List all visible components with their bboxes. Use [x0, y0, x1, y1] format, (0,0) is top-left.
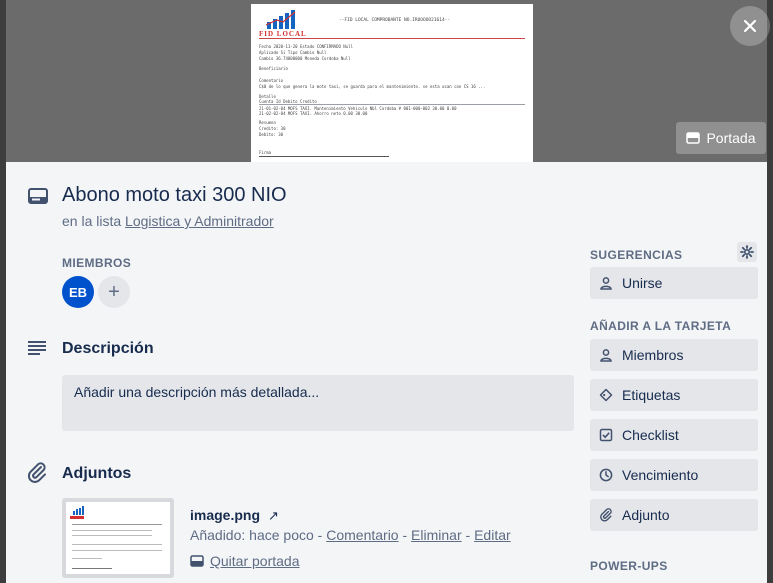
powerups-label: POWER-UPS [590, 559, 668, 573]
document-row: Aplicado Si Tipo Cambio Null [259, 50, 327, 55]
document-row: Beneficiario [259, 66, 288, 71]
backdrop-right [767, 0, 773, 583]
document-divider [259, 104, 525, 105]
avatar[interactable]: EB [62, 276, 94, 308]
checklist-icon [599, 428, 613, 442]
card-detail: Abono moto taxi 300 NIO en la lista Logi… [6, 162, 767, 583]
person-icon [600, 349, 612, 362]
separator: - [461, 527, 475, 543]
external-link-icon[interactable]: ↗ [268, 508, 279, 524]
attachment-thumbnail[interactable] [62, 498, 174, 578]
close-button[interactable] [730, 6, 770, 46]
description-title: Descripción [62, 340, 154, 357]
comment-link[interactable]: Comentario [326, 527, 398, 543]
edit-link[interactable]: Editar [474, 527, 511, 543]
attachment-button-label: Adjunto [622, 507, 670, 523]
attachment-meta: Añadido: hace poco - Comentario - Elimin… [190, 527, 511, 543]
labels-button[interactable]: Etiquetas [590, 379, 758, 411]
thumbnail-line [72, 535, 152, 536]
labels-button-label: Etiquetas [622, 387, 681, 403]
card-title[interactable]: Abono moto taxi 300 NIO [62, 184, 287, 207]
in-list-text: en la lista Logistica y Adminitrador [62, 213, 274, 229]
document-row: Cambio 36.74000000 Moneda Cordoba Null [259, 56, 351, 61]
card-cover: FID LOCAL --FID LOCAL COMPROBANTE NO.IRU… [6, 0, 770, 162]
thumbnail-line [72, 544, 162, 545]
separator: - [398, 527, 412, 543]
separator: - [313, 527, 327, 543]
remove-cover-row: Quitar portada [190, 553, 300, 569]
gear-icon [740, 245, 754, 259]
members-button-label: Miembros [622, 347, 684, 363]
thumbnail-logo-icon [73, 506, 84, 515]
thumbnail-line [72, 524, 162, 525]
suggestions-label: SUGERENCIAS [590, 248, 683, 262]
document-row: C$0 de lo que genera la moto taxi, se gu… [259, 84, 486, 89]
thumbnail-logo-mark [70, 516, 84, 519]
join-button[interactable]: Unirse [590, 267, 758, 299]
document-row: Firma [259, 150, 272, 155]
remove-cover-link[interactable]: Quitar portada [210, 553, 300, 569]
logo-chart-icon [265, 10, 296, 29]
cover-document-preview: FID LOCAL --FID LOCAL COMPROBANTE NO.IRU… [251, 4, 533, 162]
suggestions-settings-button[interactable] [737, 242, 757, 262]
cover-button-label: Portada [706, 130, 756, 146]
delete-link[interactable]: Eliminar [411, 527, 462, 543]
clock-icon [599, 468, 613, 482]
person-icon [600, 277, 612, 290]
members-button[interactable]: Miembros [590, 339, 758, 371]
add-member-button[interactable]: + [98, 276, 130, 308]
card-icon [28, 188, 48, 204]
document-row: Credito: 30 [259, 126, 286, 131]
close-icon [743, 19, 757, 33]
document-row: 21-02-02-04 MOFS TAXI. Ahorro neto 0.00 … [259, 111, 368, 116]
in-list-prefix: en la lista [62, 213, 122, 229]
document-row: Resumen [259, 120, 276, 125]
document-header: --FID LOCAL COMPROBANTE NO.IRUOOOO21614-… [339, 18, 451, 23]
thumbnail-line [72, 568, 112, 569]
description-input[interactable]: Añadir una descripción más detallada... [62, 375, 574, 431]
join-button-label: Unirse [622, 275, 663, 291]
document-row: Comentario [259, 78, 284, 83]
document-divider [259, 38, 525, 39]
members-label: MIEMBROS [62, 256, 132, 270]
cover-button[interactable]: Portada [676, 122, 766, 154]
checklist-button[interactable]: Checklist [590, 419, 758, 451]
paperclip-icon [600, 508, 612, 522]
list-link[interactable]: Logistica y Adminitrador [125, 213, 274, 229]
attachment-thumbnail-preview [66, 502, 170, 574]
attachment-name[interactable]: image.png [190, 507, 260, 523]
description-icon [28, 341, 46, 355]
paperclip-icon [28, 462, 46, 483]
thumbnail-line [72, 558, 102, 559]
document-row: Debito: 30 [259, 132, 284, 137]
thumbnail-line [72, 550, 162, 551]
attachments-title: Adjuntos [62, 465, 132, 482]
signature-line [259, 156, 389, 157]
document-row: Fecha 2020-11-20 Estado CONFIRMADO Null [259, 44, 353, 49]
cover-icon [190, 555, 204, 567]
checklist-button-label: Checklist [622, 427, 679, 443]
thumbnail-line [72, 530, 152, 531]
cover-icon [686, 132, 701, 144]
tag-icon [599, 388, 613, 402]
due-date-button-label: Vencimiento [622, 467, 699, 483]
attachment-button[interactable]: Adjunto [590, 499, 758, 531]
document-logo-text: FID LOCAL [259, 30, 307, 38]
due-date-button[interactable]: Vencimiento [590, 459, 758, 491]
add-to-card-label: AÑADIR A LA TARJETA [590, 319, 732, 333]
attachment-added-text: Añadido: hace poco [190, 527, 314, 543]
